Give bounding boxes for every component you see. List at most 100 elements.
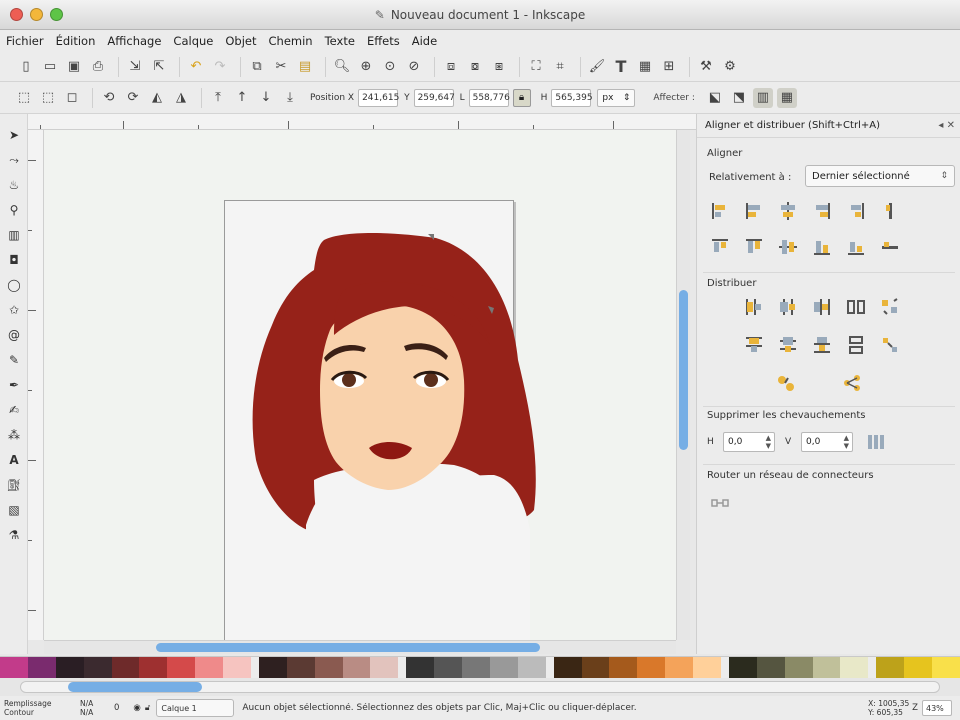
opacity-value[interactable]: 0 [114,703,119,713]
color-swatch[interactable] [223,657,251,678]
spray-tool-icon[interactable]: ⁂ [5,426,23,444]
align-left-edge-to-right-icon[interactable] [843,198,869,224]
distribute-right-edges-icon[interactable] [809,294,835,320]
color-swatch[interactable] [609,657,638,678]
vertical-scroll-thumb[interactable] [679,290,688,450]
color-swatch[interactable] [434,657,462,678]
color-swatch[interactable] [728,657,757,678]
color-swatch[interactable] [27,657,56,678]
export-icon[interactable]: ⇱ [149,57,169,77]
horizontal-scrollbar[interactable] [44,640,676,654]
zoom-field[interactable]: 43% [922,700,952,716]
clone-icon[interactable]: ⧇ [465,57,485,77]
align-text-baseline-icon[interactable] [877,198,903,224]
distribute-gaps-horizontal-icon[interactable] [843,294,869,320]
x-field[interactable]: 241,615 [358,88,399,107]
color-swatch[interactable] [55,657,84,678]
move-gradients-icon[interactable]: ▥ [752,87,773,108]
width-field[interactable]: 558,776 [468,88,510,107]
center-on-vertical-axis-icon[interactable] [775,198,801,224]
lower-to-bottom-icon[interactable]: ⤓ [280,88,300,108]
rotate-ccw-icon[interactable]: ⟲ [99,88,119,108]
menu-layer[interactable]: Calque [173,34,213,48]
align-right-edges-icon[interactable] [809,198,835,224]
align-top-to-bottom-icon[interactable] [843,234,869,260]
center-on-horizontal-axis-icon[interactable] [775,234,801,260]
zoom-page-icon[interactable]: ⊙ [380,57,400,77]
zoom-selection-icon[interactable]: 🔍︎ [332,57,352,77]
text-font-icon[interactable]: T [611,57,631,77]
color-swatch[interactable] [517,657,546,678]
fill-stroke-icon[interactable]: 🖌︎ [587,57,607,77]
lock-ratio-icon[interactable]: 🔒︎ [512,88,531,107]
color-swatch[interactable] [489,657,518,678]
color-swatch[interactable] [904,657,932,678]
color-swatch[interactable] [665,657,693,678]
palette-scrollbar[interactable] [0,678,960,696]
menu-view[interactable]: Affichage [107,34,161,48]
unit-select[interactable]: px ⇕ [597,88,636,107]
open-icon[interactable]: ▭ [40,57,60,77]
node-tool-icon[interactable]: ⤳ [5,151,23,169]
align-top-edges-icon[interactable] [741,234,767,260]
height-field[interactable]: 565,395 [551,88,593,107]
zoom-drawing-icon[interactable]: ⊕ [356,57,376,77]
ungroup-icon[interactable]: ⌗ [550,57,570,77]
layer-select[interactable]: Calque 1 [156,699,235,717]
y-field[interactable]: 259,647 [413,88,455,107]
duplicate-icon[interactable]: ⧈ [441,57,461,77]
flip-vertical-icon[interactable]: ◮ [171,88,191,108]
color-swatch[interactable] [784,657,813,678]
relative-to-select[interactable]: Dernier sélectionné ⇕ [805,165,955,187]
drawing-canvas[interactable] [44,130,676,640]
pen-tool-icon[interactable]: ✒ [5,376,23,394]
bucket-tool-icon[interactable]: ⛽︎ [5,476,23,494]
selector-tool-icon[interactable]: ➤ [5,126,23,144]
fill-stroke-values[interactable]: N/A N/A [80,699,110,717]
color-swatch[interactable] [932,657,960,678]
lower-icon[interactable]: ↓ [256,88,276,108]
spiral-tool-icon[interactable]: @ [5,326,23,344]
print-icon[interactable]: ⎙ [88,57,108,77]
align-left-edges-icon[interactable] [741,198,767,224]
color-swatch[interactable] [637,657,666,678]
color-swatch[interactable] [756,657,785,678]
horizontal-scroll-thumb[interactable] [156,643,540,652]
distribute-left-edges-icon[interactable] [741,294,767,320]
color-swatch[interactable] [342,657,371,678]
rectangle-tool-icon[interactable]: ◘ [5,251,23,269]
rearrange-graph-icon[interactable] [839,370,865,396]
preferences-icon[interactable]: ⚒ [696,57,716,77]
redo-icon[interactable]: ↷ [210,57,230,77]
raise-to-top-icon[interactable]: ⤒ [208,88,228,108]
menu-file[interactable]: Fichier [6,34,44,48]
route-connectors-icon[interactable] [707,490,733,516]
color-swatch[interactable] [370,657,399,678]
select-all-layers-icon[interactable]: ⬚ [38,88,58,108]
align-right-edge-to-left-icon[interactable] [707,198,733,224]
color-swatch[interactable] [876,657,905,678]
measure-tool-icon[interactable]: ▥ [5,226,23,244]
spin-arrows-icon[interactable]: ▲ ▼ [766,434,771,450]
color-swatch[interactable] [812,657,841,678]
color-swatch[interactable] [581,657,610,678]
visibility-icon[interactable]: ◉ [133,703,140,713]
align-bottom-edges-icon[interactable] [809,234,835,260]
calligraphy-tool-icon[interactable]: ✍ [5,401,23,419]
color-swatch[interactable] [286,657,315,678]
tweak-tool-icon[interactable]: ♨ [5,176,23,194]
zoom-tool-icon[interactable]: ⚲ [5,201,23,219]
color-swatch[interactable] [83,657,112,678]
document-properties-icon[interactable]: ⚙ [720,57,740,77]
copy-icon[interactable]: ⧉ [247,57,267,77]
color-swatch[interactable] [139,657,168,678]
color-swatch[interactable] [693,657,721,678]
distribute-bottom-edges-icon[interactable] [809,332,835,358]
panel-controls[interactable]: ◂ ✕ [938,120,955,131]
menu-edit[interactable]: Édition [56,34,96,48]
lock-icon[interactable]: 🔓︎ [145,703,151,713]
scale-corners-icon[interactable]: ⬔ [729,88,749,108]
import-icon[interactable]: ⇲ [125,57,145,77]
v-gap-spinbox[interactable]: 0,0 ▲ ▼ [801,432,853,452]
h-gap-spinbox[interactable]: 0,0 ▲ ▼ [723,432,775,452]
